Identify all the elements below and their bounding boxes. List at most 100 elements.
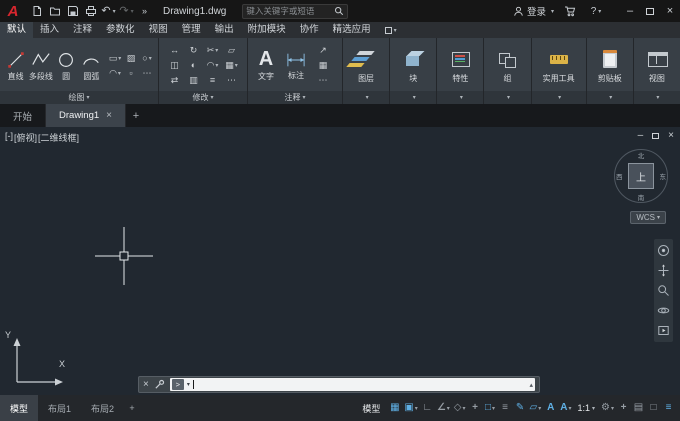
panel-expander[interactable] xyxy=(437,91,483,104)
mirror-tool[interactable]: ◐ xyxy=(184,58,203,73)
help-button[interactable]: ? xyxy=(586,2,606,20)
line-tool[interactable]: 直线 xyxy=(3,50,28,82)
tab-annotate[interactable]: 注释 xyxy=(66,22,99,38)
annotation-monitor[interactable]: + xyxy=(616,395,631,421)
object-snap-tracking-toggle[interactable]: + xyxy=(468,395,483,421)
isometric-drafting-toggle[interactable]: ◇▾ xyxy=(452,395,468,421)
maximize-button[interactable] xyxy=(640,0,660,22)
search-box[interactable] xyxy=(242,4,348,19)
explode-tool[interactable]: ≡ xyxy=(203,73,222,88)
block-panel[interactable]: 块 xyxy=(390,38,436,91)
tab-featured-apps[interactable]: 精选应用 xyxy=(326,22,378,38)
layout1-tab[interactable]: 布局1 xyxy=(38,395,81,421)
annotation-visibility-toggle[interactable]: A xyxy=(543,395,558,421)
more-modify-tools[interactable]: ⋯ xyxy=(222,73,241,88)
search-input[interactable] xyxy=(246,6,334,16)
annotation-scale[interactable]: 1:1 xyxy=(573,403,599,413)
pan-icon[interactable] xyxy=(657,264,670,277)
customize-command-icon[interactable] xyxy=(154,379,165,390)
viewcube-top-face[interactable]: 上 xyxy=(628,163,654,189)
model-space-toggle[interactable]: 模型 xyxy=(362,402,380,415)
groups-panel[interactable]: 组 xyxy=(484,38,530,91)
modify-panel-expander[interactable]: 修改 xyxy=(159,91,247,104)
qat-customize-button[interactable]: » xyxy=(136,2,153,20)
tab-collaborate[interactable]: 协作 xyxy=(293,22,326,38)
annotation-autoscale-toggle[interactable]: A▾ xyxy=(558,395,573,421)
move-tool[interactable]: ↔ xyxy=(165,43,184,58)
open-button[interactable] xyxy=(46,2,63,20)
more-annotate-tools[interactable]: ⋯ xyxy=(315,73,331,88)
tab-view[interactable]: 视图 xyxy=(142,22,175,38)
drawing1-tab[interactable]: Drawing1× xyxy=(46,104,126,127)
properties-panel[interactable]: 特性 xyxy=(437,38,483,91)
minimize-drawing-button[interactable]: – xyxy=(638,130,644,141)
stretch-tool[interactable]: ⇄ xyxy=(165,73,184,88)
tab-parametric[interactable]: 参数化 xyxy=(99,22,142,38)
viewcube[interactable]: 北 南 西 东 上 xyxy=(614,149,668,203)
command-history-icon[interactable]: ▴ xyxy=(529,381,533,389)
minimize-button[interactable]: – xyxy=(620,0,640,22)
quick-properties[interactable]: ▤ xyxy=(631,395,646,421)
command-input[interactable]: > ▾ ▴ xyxy=(170,378,535,391)
layers-panel[interactable]: 图层 xyxy=(343,38,389,91)
annotate-panel-expander[interactable]: 注释 xyxy=(248,91,342,104)
polyline-tool[interactable]: 多段线 xyxy=(28,50,53,82)
array-tool[interactable]: ▦▾ xyxy=(222,58,241,73)
autocad-logo-icon[interactable]: A xyxy=(0,0,26,22)
tab-default[interactable]: 默认 xyxy=(0,22,33,38)
drawing-canvas[interactable]: [-][俯视][二维线框] – × 北 南 西 东 上 WCS xyxy=(0,127,680,395)
close-button[interactable]: × xyxy=(660,0,680,22)
erase-tool[interactable]: ▱ xyxy=(222,43,241,58)
ribbon-display-toggle[interactable] xyxy=(385,22,397,38)
lineweight-toggle[interactable]: ≡ xyxy=(498,395,513,421)
ellipse-tool[interactable]: ○▾ xyxy=(139,51,155,66)
text-tool[interactable]: A 文字 xyxy=(251,49,281,82)
tab-addins[interactable]: 附加模块 xyxy=(241,22,293,38)
recent-commands-icon[interactable]: ▾ xyxy=(187,381,190,388)
draw-panel-expander[interactable]: 绘图 xyxy=(0,91,158,104)
tab-insert[interactable]: 插入 xyxy=(33,22,66,38)
close-command-icon[interactable]: × xyxy=(143,380,149,390)
fillet-tool[interactable]: ◠▾ xyxy=(203,58,222,73)
arc-tool[interactable]: 圆弧 xyxy=(79,50,104,82)
grid-display-toggle[interactable]: ▦ xyxy=(387,395,402,421)
plot-button[interactable] xyxy=(82,2,99,20)
panel-expander[interactable] xyxy=(587,91,633,104)
app-store-button[interactable] xyxy=(560,2,580,20)
object-snap-toggle[interactable]: □▾ xyxy=(483,395,498,421)
model-tab[interactable]: 模型 xyxy=(0,395,38,421)
restore-drawing-button[interactable] xyxy=(652,133,659,139)
isolate-objects[interactable]: □ xyxy=(646,395,661,421)
tab-output[interactable]: 输出 xyxy=(208,22,241,38)
circle-tool[interactable]: 圆 xyxy=(54,50,79,82)
table-tool[interactable]: ▦ xyxy=(315,58,331,73)
scale-tool[interactable]: ▥ xyxy=(184,73,203,88)
command-line[interactable]: × > ▾ ▴ xyxy=(138,376,540,393)
snap-mode-toggle[interactable]: ▣▾ xyxy=(402,395,419,421)
utilities-panel[interactable]: 实用工具 xyxy=(532,38,586,91)
clipboard-panel[interactable]: 剪贴板 xyxy=(587,38,633,91)
spline-tool[interactable]: ◠▾ xyxy=(107,66,123,81)
workspace-switching[interactable]: ⚙▾ xyxy=(599,395,616,421)
signin-button[interactable]: 登录 xyxy=(513,4,554,18)
wcs-selector[interactable]: WCS xyxy=(630,211,666,224)
hatch-tool[interactable]: ▨ xyxy=(123,51,139,66)
save-button[interactable] xyxy=(64,2,81,20)
dynamic-input-toggle[interactable]: ✎ xyxy=(513,395,528,421)
new-drawing-button[interactable] xyxy=(28,2,45,20)
close-drawing-button[interactable]: × xyxy=(668,130,674,141)
panel-expander[interactable] xyxy=(532,91,586,104)
polar-tracking-toggle[interactable]: ∠▾ xyxy=(435,395,452,421)
more-draw-tools[interactable]: ⋯ xyxy=(139,66,155,81)
show-motion-icon[interactable] xyxy=(657,324,670,337)
tab-manage[interactable]: 管理 xyxy=(175,22,208,38)
rotate-tool[interactable]: ↻ xyxy=(184,43,203,58)
point-tool[interactable]: ▫ xyxy=(123,66,139,81)
panel-expander[interactable] xyxy=(343,91,389,104)
panel-expander[interactable] xyxy=(634,91,680,104)
leader-tool[interactable]: ↗ xyxy=(315,43,331,58)
new-tab-button[interactable]: + xyxy=(126,104,146,127)
panel-expander[interactable] xyxy=(390,91,436,104)
search-icon[interactable] xyxy=(334,6,344,16)
full-navigation-wheel-icon[interactable] xyxy=(657,244,670,257)
